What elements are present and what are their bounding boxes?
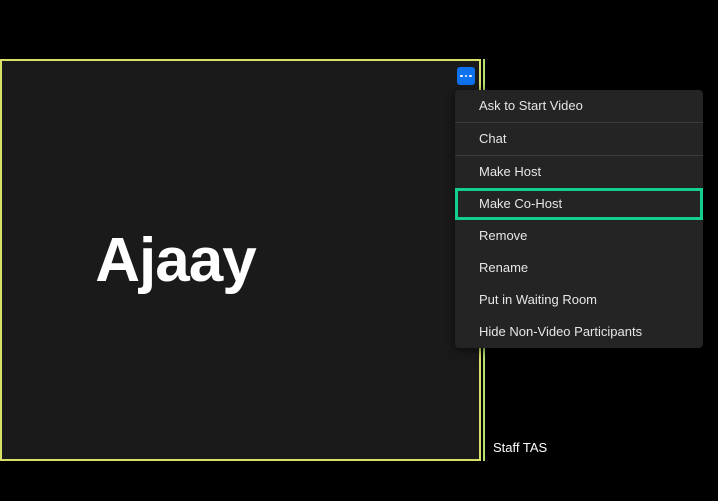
- participant-name-large: Ajaay: [95, 225, 255, 296]
- menu-item-remove[interactable]: Remove: [455, 220, 703, 252]
- menu-item-ask-start-video[interactable]: Ask to Start Video: [455, 90, 703, 122]
- menu-item-waiting-room[interactable]: Put in Waiting Room: [455, 284, 703, 316]
- more-options-button[interactable]: [457, 67, 475, 85]
- participant-context-menu: Ask to Start Video Chat Make Host Make C…: [455, 90, 703, 348]
- more-options-icon: [460, 75, 472, 78]
- participant-name-small: Staff TAS: [487, 438, 553, 457]
- menu-item-make-host[interactable]: Make Host: [455, 156, 703, 188]
- menu-item-hide-nonvideo[interactable]: Hide Non-Video Participants: [455, 316, 703, 348]
- menu-item-make-cohost[interactable]: Make Co-Host: [455, 188, 703, 220]
- participant-tile-large[interactable]: Ajaay: [0, 59, 481, 461]
- menu-item-rename[interactable]: Rename: [455, 252, 703, 284]
- menu-item-chat[interactable]: Chat: [455, 123, 703, 155]
